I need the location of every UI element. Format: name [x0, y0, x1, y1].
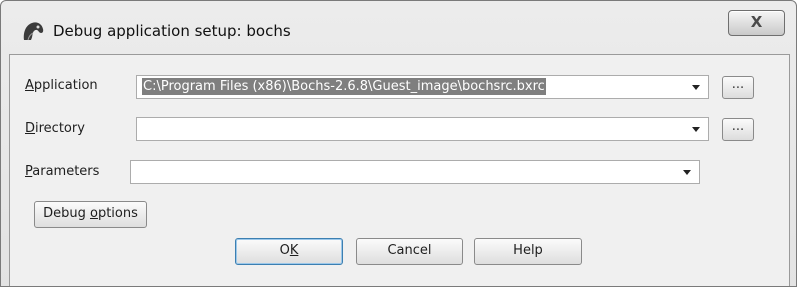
directory-label: Directory [25, 121, 85, 136]
parameters-combobox[interactable] [130, 160, 700, 184]
directory-dropdown-arrow-icon[interactable] [692, 127, 700, 132]
window-title: Debug application setup: bochs [53, 22, 291, 40]
title-bar[interactable]: Debug application setup: bochs X [1, 1, 796, 45]
application-combobox[interactable]: C:\Program Files (x86)\Bochs-2.6.8\Guest… [136, 75, 709, 99]
application-browse-button[interactable]: ... [722, 76, 754, 99]
directory-combobox[interactable] [136, 117, 709, 141]
directory-browse-button[interactable]: ... [722, 118, 754, 141]
application-label: Application [25, 78, 98, 93]
cancel-button[interactable]: Cancel [356, 238, 463, 265]
ida-app-icon [23, 22, 44, 41]
parameters-dropdown-arrow-icon[interactable] [683, 170, 691, 175]
close-icon: X [750, 13, 763, 31]
close-button[interactable]: X [728, 10, 785, 36]
application-value: C:\Program Files (x86)\Bochs-2.6.8\Guest… [142, 78, 546, 95]
ok-button[interactable]: OK [235, 238, 343, 265]
debug-options-button[interactable]: Debug options [34, 201, 147, 228]
parameters-label: Parameters [25, 164, 100, 179]
help-button[interactable]: Help [474, 238, 582, 265]
dialog-window: Debug application setup: bochs X Applica… [0, 0, 797, 287]
dialog-client-area: Application C:\Program Files (x86)\Bochs… [9, 54, 790, 286]
application-dropdown-arrow-icon[interactable] [692, 85, 700, 90]
